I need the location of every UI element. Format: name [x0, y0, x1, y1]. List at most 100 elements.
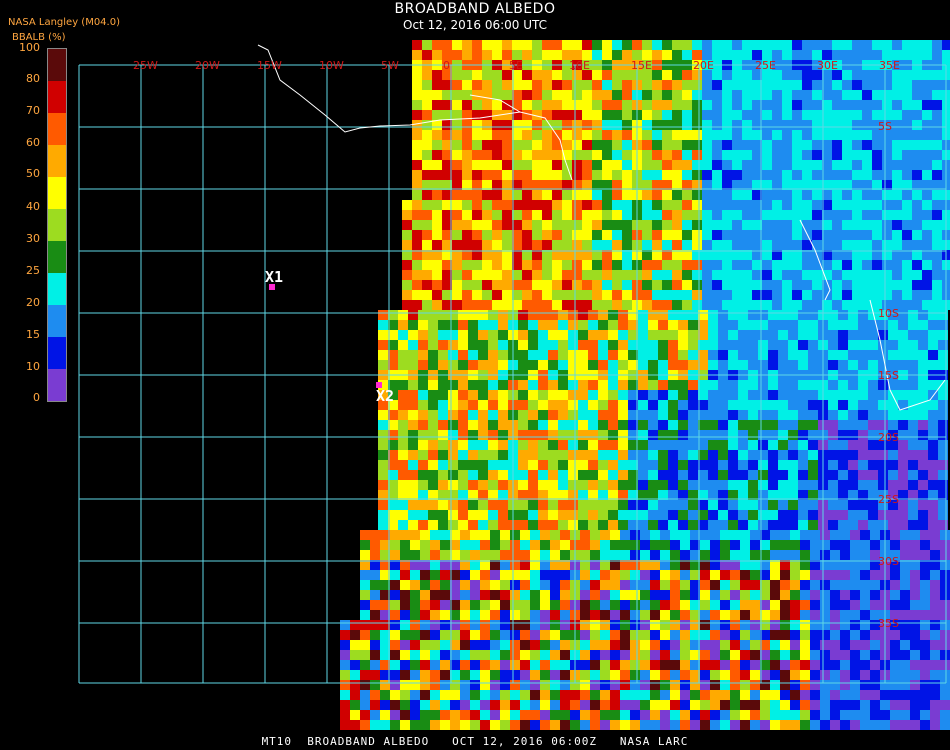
albedo-cell	[798, 360, 808, 370]
albedo-cell	[908, 440, 918, 450]
albedo-cell	[790, 550, 800, 560]
albedo-cell	[428, 510, 438, 520]
albedo-cell	[592, 190, 602, 200]
albedo-cell	[408, 430, 418, 440]
albedo-cell	[620, 710, 630, 720]
albedo-cell	[680, 660, 690, 670]
albedo-cell	[828, 330, 838, 340]
albedo-cell	[572, 210, 582, 220]
albedo-cell	[898, 390, 908, 400]
albedo-cell	[712, 270, 722, 280]
albedo-cell	[782, 280, 792, 290]
albedo-cell	[912, 290, 922, 300]
albedo-cell	[742, 130, 752, 140]
albedo-cell	[552, 110, 562, 120]
albedo-cell	[398, 350, 408, 360]
albedo-cell	[672, 230, 682, 240]
albedo-cell	[460, 680, 470, 690]
albedo-cell	[632, 40, 642, 50]
albedo-cell	[748, 360, 758, 370]
albedo-cell	[788, 440, 798, 450]
albedo-cell	[890, 580, 900, 590]
albedo-cell	[488, 390, 498, 400]
albedo-cell	[832, 100, 842, 110]
albedo-cell	[872, 290, 882, 300]
albedo-cell	[750, 590, 760, 600]
albedo-cell	[840, 540, 850, 550]
albedo-cell	[828, 310, 838, 320]
albedo-cell	[630, 710, 640, 720]
albedo-cell	[480, 540, 490, 550]
albedo-cell	[502, 270, 512, 280]
albedo-cell	[590, 660, 600, 670]
albedo-cell	[708, 500, 718, 510]
albedo-cell	[462, 230, 472, 240]
albedo-cell	[718, 450, 728, 460]
albedo-cell	[850, 540, 860, 550]
albedo-cell	[872, 90, 882, 100]
albedo-cell	[772, 220, 782, 230]
albedo-cell	[552, 160, 562, 170]
albedo-cell	[702, 240, 712, 250]
albedo-cell	[582, 110, 592, 120]
albedo-cell	[782, 210, 792, 220]
albedo-cell	[918, 440, 928, 450]
albedo-cell	[652, 90, 662, 100]
albedo-cell	[482, 120, 492, 130]
albedo-cell	[482, 170, 492, 180]
albedo-cell	[410, 620, 420, 630]
albedo-cell	[928, 480, 938, 490]
albedo-cell	[602, 100, 612, 110]
albedo-cell	[478, 410, 488, 420]
albedo-cell	[608, 470, 618, 480]
albedo-cell	[428, 360, 438, 370]
albedo-cell	[502, 260, 512, 270]
albedo-cell	[920, 630, 930, 640]
albedo-cell	[340, 680, 350, 690]
albedo-cell	[862, 80, 872, 90]
albedo-cell	[852, 300, 862, 310]
albedo-cell	[520, 630, 530, 640]
albedo-cell	[758, 360, 768, 370]
albedo-cell	[510, 600, 520, 610]
albedo-cell	[498, 520, 508, 530]
albedo-cell	[758, 440, 768, 450]
albedo-cell	[788, 360, 798, 370]
albedo-cell	[638, 310, 648, 320]
albedo-cell	[588, 350, 598, 360]
albedo-cell	[530, 630, 540, 640]
albedo-cell	[752, 40, 762, 50]
albedo-cell	[370, 610, 380, 620]
albedo-cell	[808, 520, 818, 530]
albedo-cell	[832, 170, 842, 180]
albedo-cell	[618, 310, 628, 320]
albedo-cell	[798, 520, 808, 530]
albedo-cell	[760, 690, 770, 700]
albedo-cell	[560, 630, 570, 640]
albedo-cell	[900, 610, 910, 620]
albedo-cell	[842, 260, 852, 270]
albedo-cell	[932, 90, 942, 100]
albedo-cell	[640, 720, 650, 730]
albedo-cell	[510, 540, 520, 550]
albedo-cell	[532, 170, 542, 180]
albedo-cell	[380, 710, 390, 720]
albedo-cell	[620, 530, 630, 540]
albedo-cell	[430, 630, 440, 640]
albedo-cell	[642, 150, 652, 160]
albedo-cell	[478, 460, 488, 470]
albedo-cell	[532, 120, 542, 130]
albedo-cell	[868, 380, 878, 390]
albedo-cell	[700, 650, 710, 660]
albedo-cell	[792, 200, 802, 210]
albedo-cell	[652, 220, 662, 230]
albedo-cell	[490, 610, 500, 620]
albedo-cell	[832, 230, 842, 240]
albedo-cell	[782, 130, 792, 140]
albedo-cell	[670, 670, 680, 680]
albedo-cell	[842, 290, 852, 300]
albedo-cell	[838, 470, 848, 480]
albedo-cell	[478, 340, 488, 350]
albedo-cell	[842, 90, 852, 100]
albedo-cell	[532, 290, 542, 300]
